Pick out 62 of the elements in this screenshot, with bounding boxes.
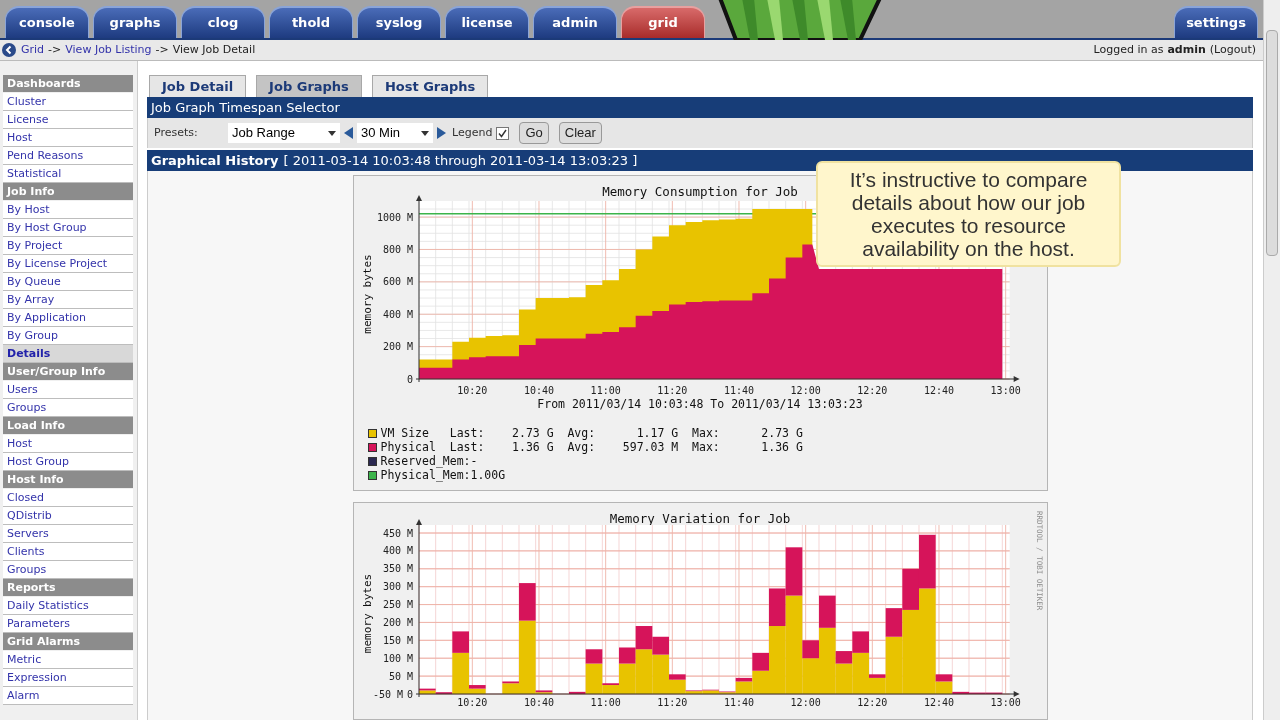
breadcrumb-separator: -> (155, 41, 169, 58)
tick-label: 10:20 (457, 697, 488, 709)
tick-label: 450 M (382, 527, 413, 539)
section-header: Dashboards (3, 75, 133, 93)
tick-label: 11:00 (590, 697, 621, 709)
tick-label: 800 M (382, 244, 413, 255)
section-header: Host Info (3, 471, 133, 489)
tick-label: 200 M (382, 341, 413, 353)
tick-label: 100 M (382, 652, 413, 664)
section-header: User/Group Info (3, 363, 133, 381)
tick-label: 13:00 (990, 697, 1021, 709)
tick-label: 11:40 (723, 697, 755, 709)
legend-label: Legend (452, 124, 493, 141)
callout-note: It’s instructive to compare details about how our job executes to resource availability on the host. (816, 161, 1121, 267)
breadcrumb-separator: -> (48, 41, 62, 58)
tick-label: 0 (406, 373, 413, 385)
tick-label: 600 M (382, 276, 413, 288)
legend-text: Physical_Mem:1.00G (380, 469, 506, 483)
tick-label: 250 M (382, 599, 413, 611)
chart-title: Memory Consumption for Job (602, 184, 798, 199)
tick-label: 11:20 (657, 697, 688, 709)
login-label: Logged in as (1093, 41, 1164, 58)
tick-label: 10:40 (523, 385, 555, 396)
tick-label: 11:40 (723, 385, 755, 396)
tick-label: 12:20 (857, 697, 888, 709)
section-title: Graphical History (151, 152, 279, 170)
tick-label: 400 M (382, 308, 413, 320)
section-header: Job Info (3, 183, 133, 201)
axis-title: memory bytes (361, 574, 374, 654)
tick-label: 12:00 (790, 385, 821, 396)
tick-label: 200 M (382, 617, 413, 629)
tick-label: 12:40 (923, 697, 955, 709)
presets-label: Presets: (154, 124, 199, 141)
tick-label: 12:40 (923, 385, 955, 396)
section-header: Load Info (3, 417, 133, 435)
chart-title: Memory Variation for Job (609, 511, 791, 527)
user-name: admin (1167, 41, 1206, 58)
tick-label: 1000 M (376, 211, 413, 223)
section-header: Reports (3, 579, 133, 597)
date-range: [ 2011-03-14 10:03:48 through 2011-03-14 13:03:23 ] (283, 152, 638, 170)
tick-label: 13:00 (990, 385, 1021, 396)
tick-label: 50 M (388, 670, 413, 682)
tick-label: 300 M (382, 581, 413, 593)
tick-label: 12:00 (790, 697, 821, 709)
tick-label: 12:20 (857, 385, 888, 396)
tick-label: 0 (406, 688, 413, 700)
legend-text: Reserved_Mem:- (380, 455, 478, 469)
tick-label: 400 M (382, 545, 413, 557)
tick-label: -50 M (372, 688, 403, 700)
legend-text: VM Size Last: 2.73 G Avg: 1.17 G Max: 2.73 G (380, 427, 803, 441)
tick-label: 10:40 (523, 697, 555, 709)
tick-label: 11:20 (657, 385, 688, 396)
legend-text: Physical Last: 1.36 G Avg: 597.03 M Max: 1.36 G (380, 441, 803, 455)
breadcrumb-current: View Job Detail (172, 41, 256, 58)
tick-label: 10:20 (457, 385, 488, 396)
tick-label: 350 M (382, 563, 413, 575)
tick-label: 11:00 (590, 385, 621, 396)
axis-title: memory bytes (361, 254, 374, 334)
chart-caption: From 2011/03/14 10:03:48 To 2011/03/14 13:03:23 (537, 396, 863, 413)
panel-title: Job Graph Timespan Selector (147, 97, 1253, 118)
section-header: Grid Alarms (3, 633, 133, 651)
tick-label: 150 M (382, 635, 413, 647)
